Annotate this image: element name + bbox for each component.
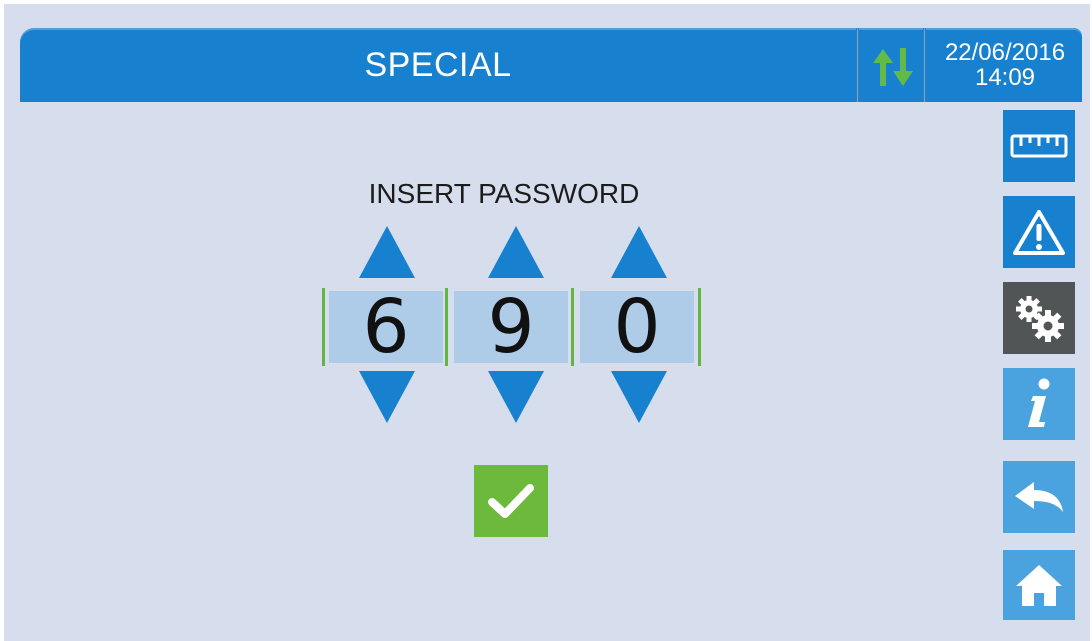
- digit-separator: [322, 288, 325, 366]
- sidebar-back-button[interactable]: [1003, 461, 1075, 533]
- password-digit-3: 0: [580, 290, 694, 364]
- digit-separator: [445, 288, 448, 366]
- info-icon: [1028, 378, 1050, 427]
- digit-2-decrement-button[interactable]: [486, 369, 546, 425]
- back-arrow-icon: [1015, 482, 1063, 512]
- digit-1-increment-button[interactable]: [357, 224, 417, 280]
- digit-3-decrement-button[interactable]: [609, 369, 669, 425]
- digit-2-increment-button[interactable]: [486, 224, 546, 280]
- sidebar-home-button[interactable]: [1003, 550, 1075, 620]
- date-text: 22/06/2016: [944, 39, 1066, 66]
- password-digit-1: 6: [329, 290, 443, 364]
- triangle-up-icon: [488, 226, 544, 278]
- gears-icon: [1016, 296, 1064, 342]
- sidebar-settings-button[interactable]: [1003, 282, 1075, 354]
- digit-3-increment-button[interactable]: [609, 224, 669, 280]
- sidebar-alarms-button[interactable]: [1003, 196, 1075, 268]
- password-digit-2: 9: [454, 290, 568, 364]
- triangle-down-icon: [488, 371, 544, 423]
- home-icon: [1016, 565, 1062, 606]
- datetime-display: 22/06/2016 14:09: [928, 28, 1082, 102]
- header-bar: SPECIAL 22/06/2016 14:09: [20, 28, 1082, 102]
- time-text: 14:09: [974, 64, 1036, 91]
- header-divider: [856, 28, 859, 102]
- warning-icon: [1013, 210, 1065, 255]
- sidebar-measurements-button[interactable]: [1003, 110, 1075, 182]
- confirm-button[interactable]: [474, 465, 548, 537]
- ruler-icon: [1010, 134, 1068, 158]
- triangle-down-icon: [611, 371, 667, 423]
- sidebar-info-button[interactable]: [1003, 368, 1075, 440]
- triangle-up-icon: [611, 226, 667, 278]
- triangle-up-icon: [359, 226, 415, 278]
- password-prompt: INSERT PASSWORD: [368, 178, 640, 209]
- digit-1-decrement-button[interactable]: [357, 369, 417, 425]
- digit-separator: [571, 288, 574, 366]
- up-down-arrows-icon: [873, 48, 913, 86]
- page-title: SPECIAL: [364, 45, 512, 84]
- digit-separator: [698, 288, 701, 366]
- checkmark-icon: [488, 484, 534, 518]
- header-divider: [923, 28, 926, 102]
- triangle-down-icon: [359, 371, 415, 423]
- hmi-screen: SPECIAL 22/06/2016 14:09 INSERT PASSWORD…: [4, 4, 1090, 641]
